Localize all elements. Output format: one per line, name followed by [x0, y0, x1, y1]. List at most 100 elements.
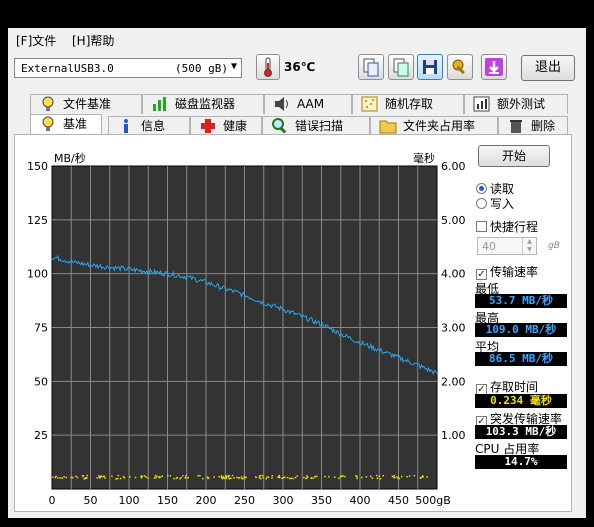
x-tick-label: 250: [234, 494, 255, 507]
access-time-point: [400, 475, 403, 478]
access-time-point: [221, 477, 224, 480]
start-button[interactable]: 开始: [478, 145, 550, 167]
access-time-point: [102, 475, 105, 478]
x-tick-label: 500gB: [415, 494, 451, 507]
access-time-point: [333, 476, 336, 478]
access-time-point: [59, 477, 61, 479]
access-time-point: [382, 474, 384, 477]
access-time-point: [365, 476, 368, 478]
short-stroke-unit: gB: [548, 241, 560, 251]
access-time-point: [156, 475, 158, 478]
access-time-point: [408, 475, 411, 477]
short-stroke-checkbox[interactable]: 快捷行程: [476, 218, 538, 235]
access-time-point: [406, 476, 408, 478]
access-time-point: [81, 475, 84, 477]
y-right-axis-label: 毫秒: [413, 151, 435, 165]
short-stroke-spinner[interactable]: 40 ▲ ▼: [477, 237, 537, 255]
access-time-point: [167, 474, 169, 477]
access-time-point: [261, 474, 264, 477]
access-time-point: [54, 476, 57, 479]
access-time-point: [143, 475, 146, 477]
y-right-tick-label: 5.00: [441, 214, 466, 227]
access-time-point: [228, 478, 231, 480]
y-left-tick-label: 50: [34, 375, 48, 388]
access-time-point: [356, 475, 358, 478]
access-time-point: [65, 476, 68, 479]
access-time-checkbox[interactable]: ✓ 存取时间: [476, 378, 538, 395]
access-time-point: [145, 476, 147, 478]
y-left-axis-label: MB/秒: [54, 151, 86, 165]
access-time-point: [55, 475, 57, 478]
access-time-point: [187, 476, 189, 479]
access-time-point: [393, 476, 396, 479]
access-time-point: [286, 476, 289, 479]
access-time-point: [371, 477, 374, 479]
access-time-point: [70, 476, 72, 479]
min-value: 53.7 MB/秒: [475, 294, 567, 308]
access-time-point: [223, 477, 226, 479]
x-tick-label: 200: [196, 494, 217, 507]
access-time-point: [245, 476, 247, 479]
access-time-point: [258, 477, 261, 479]
access-time-point: [396, 476, 398, 478]
access-time-point: [284, 476, 286, 479]
access-time-point: [122, 475, 125, 478]
access-time-point: [312, 477, 315, 479]
access-time-point: [288, 477, 291, 480]
access-time-point: [117, 474, 120, 477]
access-time-point: [277, 475, 280, 478]
checkmark-icon: ✓: [476, 269, 487, 280]
access-time-point: [185, 474, 188, 477]
access-time-point: [262, 476, 265, 479]
access-time-point: [260, 477, 262, 480]
x-tick-label: 300: [273, 494, 294, 507]
access-time-point: [338, 477, 340, 480]
access-time-point: [218, 475, 221, 478]
transfer-rate-checkbox[interactable]: ✓ 传输速率: [476, 263, 538, 280]
access-time-point: [207, 477, 210, 479]
access-time-point: [161, 475, 164, 477]
y-left-tick-label: 75: [34, 322, 48, 335]
access-time-point: [281, 477, 283, 480]
access-time-point: [197, 475, 199, 477]
y-right-tick-label: 6.00: [441, 160, 466, 173]
x-tick-label: 0: [49, 494, 56, 507]
access-time-point: [243, 475, 246, 478]
burst-rate-value: 103.3 MB/秒: [475, 425, 567, 439]
x-tick-label: 400: [350, 494, 371, 507]
access-time-point: [230, 477, 232, 480]
access-time-point: [267, 476, 270, 478]
access-time-point: [213, 476, 215, 478]
spinner-arrows-icon: ▲ ▼: [522, 238, 536, 254]
access-time-point: [86, 474, 88, 477]
access-time-point: [241, 477, 243, 480]
access-time-point: [228, 474, 230, 477]
y-right-tick-label: 2.00: [441, 375, 466, 388]
access-time-point: [220, 475, 223, 477]
access-time-point: [376, 474, 378, 477]
access-time-point: [155, 476, 157, 479]
access-time-point: [344, 475, 346, 478]
access-time-point: [116, 478, 118, 480]
y-left-tick-label: 125: [27, 214, 48, 227]
access-time-point: [63, 476, 65, 478]
write-radio[interactable]: 写入: [476, 195, 514, 212]
access-time-point: [104, 477, 106, 479]
x-tick-label: 150: [157, 494, 178, 507]
access-time-point: [129, 476, 131, 478]
access-time-point: [305, 477, 308, 480]
access-time-point: [391, 475, 394, 478]
access-time-point: [158, 476, 160, 478]
access-time-point: [265, 477, 267, 480]
y-left-tick-label: 25: [34, 429, 48, 442]
access-time-point: [378, 475, 381, 478]
access-time-point: [225, 475, 227, 477]
access-time-point: [271, 477, 273, 479]
access-time-point: [169, 475, 172, 477]
access-time-point: [292, 477, 294, 480]
access-time-point: [324, 475, 326, 478]
max-value: 109.0 MB/秒: [475, 323, 567, 337]
access-time-point: [98, 476, 101, 479]
access-time-point: [379, 477, 382, 480]
cpu-value: 14.7%: [475, 455, 567, 469]
